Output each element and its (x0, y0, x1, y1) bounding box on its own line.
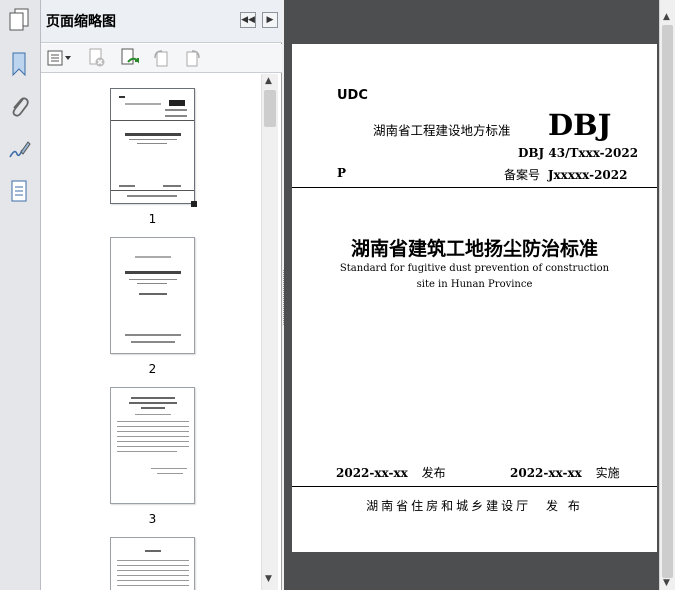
document-scrollbar[interactable]: ▲ ▼ (659, 0, 675, 590)
expand-right-icon[interactable]: ▶ (262, 12, 278, 28)
pages-icon[interactable] (6, 6, 32, 34)
insert-page-icon[interactable] (119, 48, 141, 68)
thumbnail-toolbar (41, 44, 282, 73)
rotate-right-icon[interactable] (183, 48, 203, 68)
thumbnail-page-number: 3 (148, 512, 157, 526)
dbj-logo: DBJ (548, 108, 612, 142)
attachment-icon[interactable] (6, 92, 32, 120)
thumbnail-list: 1 2 3 (41, 74, 261, 590)
thumbnail-page-number: 1 (148, 212, 157, 226)
standard-series: 湖南省工程建设地方标准 (373, 123, 511, 138)
page-thumbnail[interactable] (110, 537, 195, 590)
options-icon[interactable] (46, 48, 74, 68)
panel-title: 页面缩略图 (46, 14, 116, 30)
thumbnail-panel: 页面缩略图 ◀◀ ▶ 1 2 3 ▲ ▼ (41, 0, 282, 590)
delete-page-icon[interactable] (87, 48, 107, 68)
scrollbar-thumb[interactable] (662, 25, 673, 578)
header-rule (292, 187, 657, 188)
publisher-label: 发 布 (546, 499, 583, 513)
implementation-date: 2022-xx-xx (510, 466, 582, 480)
issue-date: 2022-xx-xx (336, 466, 408, 480)
issue-label: 发布 (421, 466, 446, 480)
udc-label: UDC (337, 88, 368, 103)
english-title-line-1: Standard for fugitive dust prevention of… (339, 263, 610, 274)
standard-number: DBJ 43/Txxx-2022 (518, 146, 639, 160)
bookmark-icon[interactable] (6, 50, 32, 78)
signature-icon[interactable] (6, 136, 32, 164)
panel-header: 页面缩略图 ◀◀ ▶ (41, 0, 282, 43)
scroll-down-arrow-icon[interactable]: ▼ (265, 574, 272, 584)
publisher-name: 湖南省住房和城乡建设厅 (366, 499, 532, 513)
footer-rule (292, 486, 657, 487)
page-thumbnail[interactable] (110, 237, 195, 354)
rotate-left-icon[interactable] (151, 48, 171, 68)
resize-handle[interactable] (191, 201, 197, 207)
document-viewer: UDC 湖南省工程建设地方标准 DBJ DBJ 43/Txxx-2022 P 备… (284, 0, 659, 590)
record-label: 备案号 (504, 168, 541, 182)
issue-date-row: 2022-xx-xx 发布 (336, 464, 446, 481)
record-number: Jxxxxx-2022 (547, 168, 628, 182)
layers-icon[interactable] (6, 178, 32, 206)
page-thumbnail[interactable] (110, 88, 195, 204)
thumbnail-page-number: 2 (148, 362, 157, 376)
collapse-left-icon[interactable]: ◀◀ (240, 12, 256, 28)
implementation-label: 实施 (595, 466, 620, 480)
scroll-down-arrow-icon[interactable]: ▼ (663, 578, 670, 588)
implementation-date-row: 2022-xx-xx 实施 (510, 464, 620, 481)
document-page: UDC 湖南省工程建设地方标准 DBJ DBJ 43/Txxx-2022 P 备… (292, 44, 657, 552)
scroll-up-arrow-icon[interactable]: ▲ (663, 12, 670, 22)
english-title-line-2: site in Hunan Province (416, 279, 533, 290)
thumbnail-scrollbar[interactable]: ▲ ▼ (261, 74, 278, 590)
navigation-pane (0, 0, 41, 590)
p-label: P (337, 166, 347, 180)
publisher-row: 湖南省住房和城乡建设厅 发 布 (292, 497, 657, 514)
document-title: 湖南省建筑工地扬尘防治标准 (350, 238, 598, 260)
page-thumbnail[interactable] (110, 387, 195, 504)
scroll-up-arrow-icon[interactable]: ▲ (265, 76, 272, 86)
record-number-row: 备案号 Jxxxxx-2022 (504, 166, 627, 183)
scrollbar-thumb[interactable] (264, 90, 276, 127)
